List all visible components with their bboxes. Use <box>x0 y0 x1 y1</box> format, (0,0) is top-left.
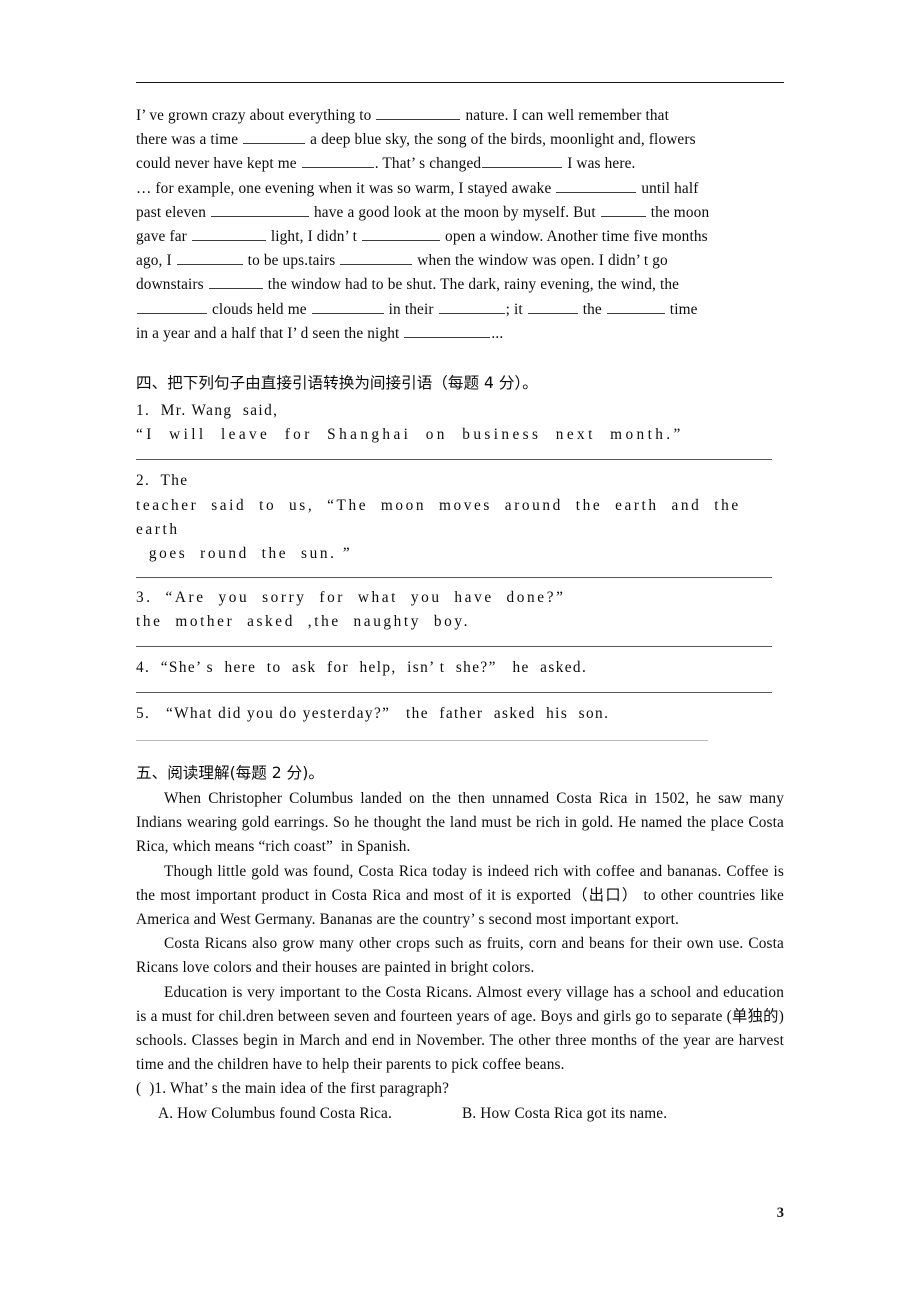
question-1-options: A. How Columbus found Costa Rica. B. How … <box>136 1102 784 1126</box>
section-five-heading: 五、阅读理解(每题 2 分)。 <box>136 764 324 782</box>
blank-underline <box>211 202 310 217</box>
question-line: goes round the sun. ” <box>136 545 353 563</box>
cloze-text: the moon <box>646 203 710 221</box>
cloze-text: until half <box>637 179 699 197</box>
section-four: 四、把下列句子由直接引语转换为间接引语（每题 4 分）。 1. Mr. Wang… <box>136 371 796 742</box>
document-page: I’ ve grown crazy about everything to na… <box>0 0 920 1302</box>
answer-line-1[interactable] <box>136 459 772 461</box>
cloze-line: in a year and a half that I’ d seen the … <box>136 322 784 346</box>
cloze-text: could never have kept me <box>136 155 301 173</box>
cloze-text: downstairs <box>136 276 208 294</box>
cloze-paragraph: I’ ve grown crazy about everything to na… <box>136 104 784 346</box>
question-line: 1. Mr. Wang said, <box>136 402 279 419</box>
cloze-text: past eleven <box>136 203 211 221</box>
cloze-line: … for example, one evening when it was s… <box>136 177 784 201</box>
option-b[interactable]: B. How Costa Rica got its name. <box>462 1105 667 1122</box>
cloze-text: have a good look at the moon by myself. … <box>310 203 600 221</box>
reading-paragraph-4: Education is very important to the Costa… <box>136 983 788 1074</box>
blank-underline <box>556 178 637 193</box>
cloze-text: ... <box>491 324 504 342</box>
section-five: 五、阅读理解(每题 2 分)。 When Christopher Columbu… <box>136 761 784 1126</box>
cloze-line: downstairs the window had to be shut. Th… <box>136 273 784 297</box>
cloze-text: … for example, one evening when it was s… <box>136 179 556 197</box>
cloze-text: light, I didn’ t <box>266 228 362 246</box>
question-1-stem: ( )1. What’ s the main idea of the first… <box>136 1080 450 1098</box>
section-four-item-4: 4. “She’ s here to ask for help, isn’ t … <box>136 656 796 680</box>
question-line: teacher said to us, “The moon moves arou… <box>136 496 754 538</box>
blank-underline <box>191 226 266 242</box>
section-four-item-1: 1. Mr. Wang said, “I will leave for Shan… <box>136 399 796 447</box>
reading-paragraph-1: When Christopher Columbus landed on the … <box>136 790 788 856</box>
answer-line-4[interactable] <box>136 691 772 693</box>
cloze-text: open a window. Another time five months <box>441 228 708 246</box>
cloze-text: time <box>665 300 698 318</box>
answer-line-3[interactable] <box>136 645 772 647</box>
cloze-line: ago, I to be ups.tairs when the window w… <box>136 249 784 273</box>
question-line: “I will leave for Shanghai on business n… <box>136 426 684 444</box>
cloze-text: in a year and a half that I’ d seen the … <box>136 324 404 342</box>
cloze-text: ago, I <box>136 252 176 270</box>
cloze-line: could never have kept me . That’ s chang… <box>136 152 784 176</box>
cloze-line: clouds held me in their ; it the time <box>136 298 784 322</box>
blank-underline <box>311 299 384 314</box>
section-four-item-5: 5. “What did you do yesterday?” the fath… <box>136 702 796 726</box>
cloze-text: nature. I can well remember that <box>461 107 670 124</box>
cloze-text: I was here. <box>563 155 636 173</box>
question-line: 5. “What did you do yesterday?” the fath… <box>136 704 610 722</box>
cloze-text: ; it <box>505 300 527 318</box>
cloze-text: in their <box>384 300 438 318</box>
section-four-item-2: 2. The teacher said to us, “The moon mov… <box>136 469 796 566</box>
cloze-text: to be ups.tairs <box>243 252 340 270</box>
blank-underline <box>243 129 306 145</box>
blank-underline <box>176 250 243 266</box>
answer-line-5[interactable] <box>136 740 708 742</box>
blank-underline <box>362 226 441 242</box>
section-four-heading: 四、把下列句子由直接引语转换为间接引语（每题 4 分）。 <box>136 374 538 392</box>
blank-underline <box>600 202 646 217</box>
cloze-text: clouds held me <box>208 300 311 318</box>
cloze-line: past eleven have a good look at the moon… <box>136 201 784 225</box>
question-line: the mother asked ,the naughty boy. <box>136 613 471 631</box>
blank-underline <box>340 250 413 266</box>
blank-underline <box>606 299 665 314</box>
cloze-text: a deep blue sky, the song of the birds, … <box>306 131 696 149</box>
cloze-text: I’ ve grown crazy about everything to <box>136 107 376 124</box>
cloze-text: when the window was open. I didn’ t go <box>413 252 668 270</box>
cloze-line: I’ ve grown crazy about everything to na… <box>136 104 784 128</box>
question-line: 3. “Are you sorry for what you have done… <box>136 589 566 607</box>
blank-underline <box>527 299 578 314</box>
question-line: 2. The <box>136 472 189 490</box>
cloze-text: the <box>578 300 606 318</box>
cloze-text: there was a time <box>136 131 243 149</box>
cloze-line: there was a time a deep blue sky, the so… <box>136 128 784 152</box>
reading-paragraph-2: Though little gold was found, Costa Rica… <box>136 862 788 929</box>
header-rule <box>136 82 784 83</box>
cloze-text: gave far <box>136 228 191 246</box>
blank-underline <box>482 153 563 169</box>
blank-underline <box>438 299 505 314</box>
cloze-text: the window had to be shut. The dark, rai… <box>263 276 680 294</box>
blank-underline <box>404 323 491 338</box>
page-number: 3 <box>776 1205 784 1221</box>
cloze-line: gave far light, I didn’ t open a window.… <box>136 225 784 249</box>
blank-underline <box>301 153 374 169</box>
option-a[interactable]: A. How Columbus found Costa Rica. <box>158 1105 392 1122</box>
section-four-item-3: 3. “Are you sorry for what you have done… <box>136 586 796 634</box>
cloze-text: . That’ s changed <box>374 155 482 173</box>
blank-underline <box>376 105 461 120</box>
reading-paragraph-3: Costa Ricans also grow many other crops … <box>136 935 788 977</box>
question-line: 4. “She’ s here to ask for help, isn’ t … <box>136 658 588 676</box>
blank-underline <box>137 299 207 314</box>
blank-underline <box>208 274 263 290</box>
answer-line-2[interactable] <box>136 577 772 579</box>
